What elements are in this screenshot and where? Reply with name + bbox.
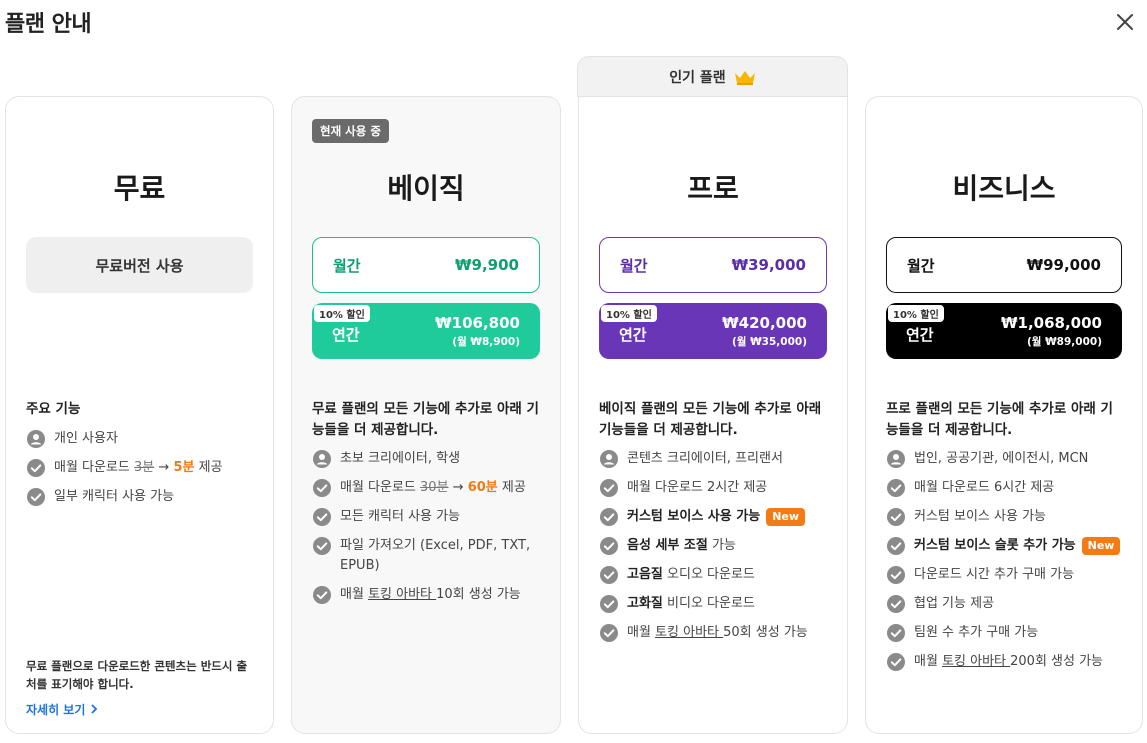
use-free-button[interactable]: 무료버전 사용: [26, 237, 253, 293]
popular-plan-tab: 인기 플랜: [577, 56, 848, 97]
check-icon: [599, 594, 619, 614]
plan-name: 무료: [113, 172, 166, 205]
check-icon: [312, 536, 332, 556]
list-item: 협업 기능 제공: [886, 594, 1128, 614]
list-item: 모든 캐릭터 사용 가능: [312, 507, 546, 527]
user-icon: [26, 429, 46, 449]
list-item: 콘텐츠 크리에이터, 프리랜서: [599, 449, 833, 469]
list-item: 매월 다운로드 3분 → 5분 제공: [26, 458, 259, 478]
annual-price-button[interactable]: 10% 할인 연간 ₩1,068,000 (월 ₩89,000): [886, 303, 1122, 359]
check-icon: [599, 478, 619, 498]
plan-name: 프로: [687, 172, 739, 205]
list-item: 커스텀 보이스 사용 가능: [886, 507, 1128, 527]
check-icon: [599, 536, 619, 556]
new-badge: New: [1081, 537, 1121, 555]
list-item: 일부 캐릭터 사용 가능: [26, 487, 259, 507]
check-icon: [886, 536, 906, 556]
list-item: 초보 크리에이터, 학생: [312, 449, 546, 469]
list-item: 파일 가져오기 (Excel, PDF, TXT, EPUB): [312, 536, 546, 576]
check-icon: [886, 652, 906, 672]
plan-card-pro: 프로 월간 ₩39,000 10% 할인 연간 ₩420,000 (월 ₩35,0…: [578, 96, 848, 734]
check-icon: [886, 507, 906, 527]
user-icon: [312, 449, 332, 469]
list-item: 다운로드 시간 추가 구매 가능: [886, 565, 1128, 585]
list-item: 커스텀 보이스 사용 가능 New: [599, 507, 833, 527]
check-icon: [599, 623, 619, 643]
monthly-price-button[interactable]: 월간 ₩39,000: [599, 237, 827, 293]
monthly-price-button[interactable]: 월간 ₩99,000: [886, 237, 1122, 293]
plan-card-free: 무료 무료버전 사용 주요 기능 개인 사용자 매월 다운로드 3분 → 5분 …: [5, 96, 274, 734]
check-icon: [599, 507, 619, 527]
features-title: 프로 플랜의 모든 기능에 추가로 아래 기능들을 더 제공합니다.: [886, 401, 1113, 438]
annual-price-button[interactable]: 10% 할인 연간 ₩106,800 (월 ₩8,900): [312, 303, 540, 359]
plan-card-basic: 현재 사용 중 베이직 월간 ₩9,900 10% 할인 연간 ₩106,800…: [291, 96, 561, 734]
crown-icon: [734, 71, 755, 85]
feature-list: 콘텐츠 크리에이터, 프리랜서 매월 다운로드 2시간 제공 커스텀 보이스 사…: [599, 449, 833, 652]
features-title: 베이직 플랜의 모든 기능에 추가로 아래 기능들을 더 제공합니다.: [599, 401, 822, 438]
discount-badge: 10% 할인: [314, 305, 370, 322]
list-item: 음성 세부 조절 가능: [599, 536, 833, 556]
plan-name: 베이직: [387, 172, 465, 205]
user-icon: [599, 449, 619, 469]
check-icon: [26, 487, 46, 507]
check-icon: [312, 478, 332, 498]
plan-name: 비즈니스: [952, 172, 1056, 205]
plan-card-business: 비즈니스 월간 ₩99,000 10% 할인 연간 ₩1,068,000 (월 ₩…: [865, 96, 1143, 734]
annual-price-button[interactable]: 10% 할인 연간 ₩420,000 (월 ₩35,000): [599, 303, 827, 359]
list-item: 고화질 비디오 다운로드: [599, 594, 833, 614]
free-note: 무료 플랜으로 다운로드한 콘텐츠는 반드시 출처를 표기해야 합니다.: [26, 659, 248, 691]
discount-badge: 10% 할인: [601, 305, 657, 322]
current-plan-badge: 현재 사용 중: [312, 119, 389, 143]
close-icon[interactable]: [1115, 12, 1135, 32]
list-item: 고음질 오디오 다운로드: [599, 565, 833, 585]
list-item: 매월 토킹 아바타 200회 생성 가능: [886, 652, 1128, 672]
feature-list: 법인, 공공기관, 에이전시, MCN 매월 다운로드 6시간 제공 커스텀 보…: [886, 449, 1128, 681]
check-icon: [312, 585, 332, 605]
list-item: 매월 토킹 아바타 10회 생성 가능: [312, 585, 546, 605]
feature-list: 초보 크리에이터, 학생 매월 다운로드 30분 → 60분 제공 모든 캐릭터…: [312, 449, 546, 614]
check-icon: [886, 478, 906, 498]
new-badge: New: [766, 508, 806, 526]
chevron-right-icon: [90, 704, 97, 714]
monthly-price-button[interactable]: 월간 ₩9,900: [312, 237, 540, 293]
list-item: 커스텀 보이스 슬롯 추가 가능 New: [886, 536, 1128, 556]
user-icon: [886, 449, 906, 469]
list-item: 법인, 공공기관, 에이전시, MCN: [886, 449, 1128, 469]
features-title: 무료 플랜의 모든 기능에 추가로 아래 기능들을 더 제공합니다.: [312, 401, 539, 438]
check-icon: [312, 507, 332, 527]
more-link[interactable]: 자세히 보기: [26, 701, 98, 718]
features-title: 주요 기능: [26, 401, 81, 417]
list-item: 매월 다운로드 30분 → 60분 제공: [312, 478, 546, 498]
page-title: 플랜 안내: [5, 12, 92, 37]
list-item: 매월 토킹 아바타 50회 생성 가능: [599, 623, 833, 643]
list-item: 팀원 수 추가 구매 가능: [886, 623, 1128, 643]
check-icon: [599, 565, 619, 585]
check-icon: [886, 565, 906, 585]
check-icon: [26, 458, 46, 478]
feature-list: 개인 사용자 매월 다운로드 3분 → 5분 제공 일부 캐릭터 사용 가능: [26, 429, 259, 516]
check-icon: [886, 623, 906, 643]
check-icon: [886, 594, 906, 614]
list-item: 매월 다운로드 2시간 제공: [599, 478, 833, 498]
discount-badge: 10% 할인: [888, 305, 944, 322]
list-item: 매월 다운로드 6시간 제공: [886, 478, 1128, 498]
list-item: 개인 사용자: [26, 429, 259, 449]
